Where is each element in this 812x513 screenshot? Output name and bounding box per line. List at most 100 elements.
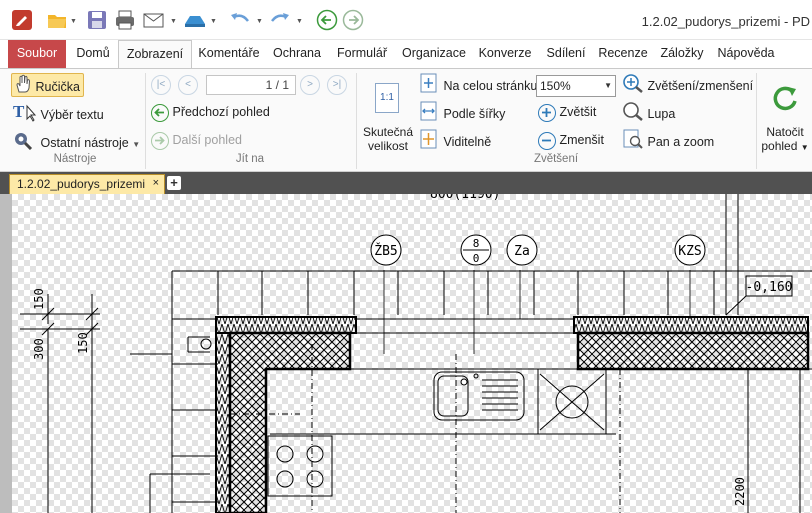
document-tab-label: 1.2.02_pudorys_prizemi	[17, 177, 146, 191]
new-tab-icon[interactable]: +	[167, 176, 181, 190]
zoom-level-value: 150%	[540, 79, 571, 93]
email-icon[interactable]	[142, 9, 164, 31]
select-text-button[interactable]: T Výběr textu	[13, 102, 104, 126]
actual-size-button[interactable]: Skutečná velikost	[360, 125, 416, 153]
pan-zoom-icon	[622, 129, 644, 156]
actual-size-label-1: Skutečná	[362, 125, 414, 139]
app-logo-icon[interactable]	[12, 10, 32, 30]
save-icon[interactable]	[86, 9, 108, 31]
zoom-out-label: Zmenšit	[559, 133, 604, 147]
hand-tool-button[interactable]: Ručička	[11, 73, 84, 97]
dim-300: 300	[32, 338, 46, 360]
label-kzs: KZS	[678, 244, 701, 259]
tab-view[interactable]: Zobrazení	[118, 40, 192, 69]
tools-gear-icon	[13, 130, 37, 157]
document-canvas[interactable]: 800(1190) ŽB5 8 0 Za KZS -0,160 150 300 …	[0, 194, 812, 513]
rotate-label-1: Natočit	[766, 125, 804, 139]
email-dropdown-icon[interactable]: ▼	[170, 18, 177, 25]
zoom-group-label: Zvětšení	[533, 153, 579, 165]
top-cut-label: 800(1190)	[430, 194, 500, 202]
fit-width-label: Podle šířky	[443, 106, 506, 121]
ribbon-tabs: Soubor Domů Zobrazení Komentáře Ochrana …	[0, 40, 812, 69]
other-tools-dropdown-icon: ▼	[132, 139, 141, 149]
forward-view-icon[interactable]	[342, 9, 364, 31]
next-page-icon[interactable]: >	[300, 75, 320, 95]
label-za: Za	[514, 244, 530, 259]
group-separator	[356, 73, 357, 169]
close-tab-icon[interactable]: ×	[153, 174, 159, 193]
tab-review[interactable]: Recenze	[596, 40, 650, 68]
fit-width-button[interactable]: Podle šířky	[418, 101, 505, 125]
fit-page-label: Na celou stránku	[443, 78, 538, 93]
label-fraction-bottom: 0	[473, 252, 480, 265]
fit-width-icon	[418, 101, 440, 128]
open-dropdown-icon[interactable]: ▼	[70, 18, 77, 25]
fit-visible-label: Viditelně	[443, 134, 492, 149]
quick-access-toolbar: ▼ ▼ ▼ ▼ ▼ 1.2.02_pudorys_prizemi - PD	[0, 0, 812, 40]
pan-zoom-label: Pan a zoom	[647, 134, 715, 149]
zoom-in-out-label: Zvětšení/zmenšení	[647, 78, 754, 93]
window-title: 1.2.02_pudorys_prizemi - PD	[641, 14, 810, 29]
zoom-level-select[interactable]: 150% ▼	[536, 75, 616, 97]
tab-form[interactable]: Formulář	[330, 40, 394, 68]
next-view-button[interactable]: Další pohled	[151, 129, 242, 153]
open-folder-icon[interactable]	[46, 9, 68, 31]
other-tools-button[interactable]: Ostatní nástroje ▼	[13, 130, 140, 154]
floor-plan-drawing: 800(1190) ŽB5 8 0 Za KZS -0,160 150 300 …	[20, 194, 812, 513]
previous-view-button[interactable]: Předchozí pohled	[151, 101, 270, 125]
hand-tool-label: Ručička	[35, 79, 80, 94]
first-page-icon[interactable]: |<	[151, 75, 171, 95]
group-separator	[756, 73, 757, 169]
rotate-label-2: pohled	[761, 139, 798, 153]
tab-home[interactable]: Domů	[70, 40, 116, 68]
redo-icon[interactable]	[268, 9, 290, 31]
tab-convert[interactable]: Konverze	[474, 40, 536, 68]
tab-file[interactable]: Soubor	[8, 40, 66, 68]
rotate-icon[interactable]	[770, 83, 802, 115]
print-icon[interactable]	[114, 9, 136, 31]
fit-page-icon	[418, 73, 440, 100]
hand-icon	[14, 74, 32, 101]
tab-protect[interactable]: Ochrana	[268, 40, 326, 68]
fit-page-button[interactable]: Na celou stránku	[418, 73, 537, 97]
tools-group-label: Nástroje	[53, 153, 97, 165]
dim-150-b: 150	[76, 332, 90, 354]
tab-help[interactable]: Nápověda	[714, 40, 778, 68]
zoom-in-button[interactable]: Zvětšit	[538, 101, 596, 125]
undo-dropdown-icon[interactable]: ▼	[256, 18, 263, 25]
back-view-icon[interactable]	[316, 9, 338, 31]
zoom-out-button[interactable]: Zmenšit	[538, 129, 604, 153]
document-tab[interactable]: 1.2.02_pudorys_prizemi ×	[9, 174, 165, 194]
undo-icon[interactable]	[228, 9, 250, 31]
tab-comments[interactable]: Komentáře	[194, 40, 264, 68]
tab-share[interactable]: Sdílení	[540, 40, 592, 68]
label-zb5: ŽB5	[374, 243, 397, 259]
select-text-label: Výběr textu	[40, 107, 104, 122]
page-number-field[interactable]: 1 / 1	[206, 75, 296, 95]
pan-zoom-button[interactable]: Pan a zoom	[622, 129, 714, 153]
loupe-label: Lupa	[647, 106, 676, 121]
actual-size-icon[interactable]: 1:1	[375, 83, 399, 113]
fit-visible-button[interactable]: Viditelně	[418, 129, 491, 153]
tab-organize[interactable]: Organizace	[398, 40, 470, 68]
group-separator	[145, 73, 146, 169]
rotate-view-button[interactable]: Natočit pohled ▼	[758, 125, 812, 155]
zoom-in-out-button[interactable]: Zvětšení/zmenšení	[622, 73, 753, 97]
cloud-dropdown-icon[interactable]: ▼	[210, 18, 217, 25]
zoom-in-label: Zvětšit	[559, 105, 597, 119]
svg-text:T: T	[13, 102, 25, 121]
rotate-dropdown-icon: ▼	[800, 143, 809, 152]
next-view-label: Další pohled	[172, 133, 242, 147]
zoom-dropdown-icon: ▼	[604, 81, 612, 90]
ribbon-panel: Ručička T Výběr textu Ostatní nástroje ▼…	[0, 68, 812, 172]
document-tab-bar: 1.2.02_pudorys_prizemi × +	[0, 172, 812, 194]
other-tools-label: Ostatní nástroje	[40, 135, 129, 150]
goto-group-label: Jít na	[235, 153, 265, 165]
cloud-upload-icon[interactable]	[182, 9, 205, 31]
tab-bookmarks[interactable]: Záložky	[654, 40, 710, 68]
prev-page-icon[interactable]: <	[178, 75, 198, 95]
last-page-icon[interactable]: >|	[327, 75, 347, 95]
loupe-icon	[622, 101, 644, 128]
redo-dropdown-icon[interactable]: ▼	[296, 18, 303, 25]
loupe-button[interactable]: Lupa	[622, 101, 675, 125]
